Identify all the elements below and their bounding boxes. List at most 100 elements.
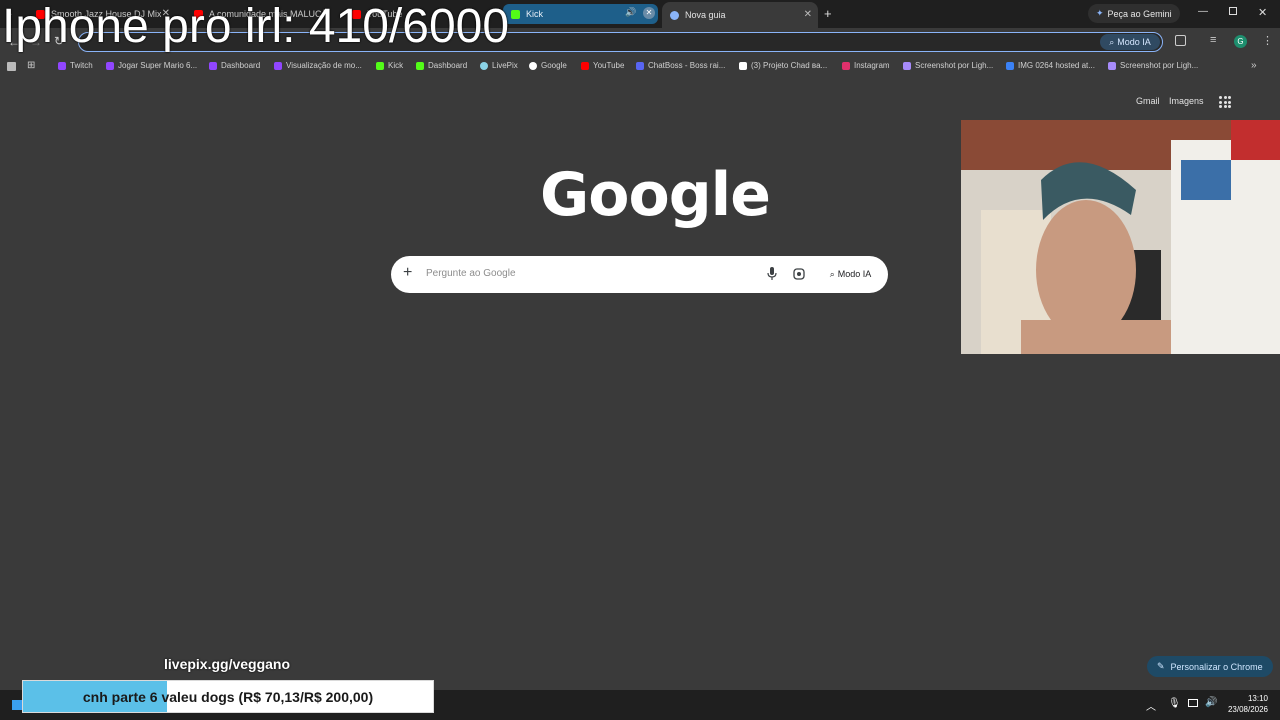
x-icon: [739, 61, 747, 70]
webcam-image: [961, 120, 1280, 354]
bookmark-label: Visualização de mo...: [286, 61, 362, 70]
bookmark-label: LivePix: [492, 61, 518, 70]
twitch-icon: [274, 61, 282, 70]
ai-search-icon: ⌕: [829, 268, 835, 279]
tray-chevron-icon[interactable]: ︿: [1146, 698, 1156, 713]
bookmark-google[interactable]: Google: [529, 61, 567, 70]
clock-time: 13:10: [1247, 694, 1268, 703]
tab-title: Kick: [526, 9, 544, 19]
bookmark-kick[interactable]: Kick: [376, 61, 403, 70]
google-icon: [529, 61, 537, 70]
tab-4[interactable]: Kick 🔊 ✕: [503, 4, 658, 24]
bookmark-dashboard-kick[interactable]: Dashboard: [416, 61, 467, 70]
modo-ia-button[interactable]: ⌕ Modo IA: [823, 265, 878, 283]
bookmark-livepix[interactable]: LivePix: [480, 61, 518, 70]
window-close-button[interactable]: ✕: [1258, 6, 1267, 19]
bookmark-mario[interactable]: Jogar Super Mario 6...: [106, 61, 197, 70]
bookmark-projeto-chad[interactable]: (3) Projeto Chad ва...: [739, 61, 827, 70]
minimize-button[interactable]: —: [1198, 6, 1208, 17]
donation-goal-bar: cnh parte 6 valeu dogs (R$ 70,13/R$ 200,…: [22, 680, 434, 713]
restore-button[interactable]: [1229, 7, 1237, 15]
lightshot-icon: [903, 61, 911, 70]
tab-groups-icon[interactable]: [7, 62, 16, 71]
kick-icon: [416, 61, 424, 70]
kick-icon: [376, 61, 384, 70]
bookmark-screenshot-1[interactable]: Screenshot por Ligh...: [903, 61, 993, 70]
bookmark-img-0264[interactable]: IMG 0264 hosted at...: [1006, 61, 1095, 70]
bookmark-label: Dashboard: [428, 61, 468, 70]
volume-icon[interactable]: 🔊: [1205, 697, 1217, 708]
media-control-icon[interactable]: ≡: [1210, 34, 1216, 46]
speaker-icon[interactable]: 🔊: [625, 7, 636, 18]
new-tab-button[interactable]: +: [824, 6, 832, 21]
network-icon[interactable]: [1188, 699, 1198, 707]
livepix-icon: [480, 61, 488, 70]
imagens-link[interactable]: Imagens: [1169, 96, 1204, 106]
bookmark-label: Google: [541, 61, 567, 70]
twitch-icon: [106, 61, 114, 70]
bookmark-label: Dashboard: [221, 61, 261, 70]
imghost-icon: [1006, 61, 1014, 70]
tab-5[interactable]: Nova guia ✕: [662, 2, 818, 28]
chatboss-icon: [636, 61, 644, 70]
customize-chrome-button[interactable]: ✎ Personalizar o Chrome: [1147, 656, 1273, 677]
modo-ia-label: Modo IA: [1117, 37, 1151, 47]
tab-title: Nova guia: [685, 10, 726, 20]
modo-ia-omnibox-button[interactable]: ⌕ Modo IA: [1100, 34, 1160, 50]
bookmark-twitch[interactable]: Twitch: [58, 61, 93, 70]
search-input[interactable]: Pergunte ao Google: [426, 268, 516, 279]
stream-goal-headline: Iphone pro irl: 410/6000: [2, 0, 510, 53]
bookmark-chatboss[interactable]: ChatBoss - Boss rai...: [636, 61, 725, 70]
kick-icon: [511, 9, 520, 19]
bookmarks-bar: ⊞ Twitch Jogar Super Mario 6... Dashboar…: [0, 57, 1280, 77]
ai-search-icon: ⌕: [1109, 36, 1115, 47]
lightshot-icon: [1108, 61, 1116, 70]
google-apps-icon[interactable]: [1219, 96, 1231, 108]
bookmark-label: Instagram: [854, 61, 890, 70]
bookmark-label: Screenshot por Ligh...: [1120, 61, 1199, 70]
bookmark-screenshot-2[interactable]: Screenshot por Ligh...: [1108, 61, 1198, 70]
bookmark-label: Twitch: [70, 61, 93, 70]
youtube-icon: [581, 61, 589, 70]
add-attachment-icon[interactable]: +: [403, 264, 412, 282]
microphone-icon[interactable]: [767, 267, 777, 281]
bookmark-label: IMG 0264 hosted at...: [1018, 61, 1095, 70]
clock-date: 23/08/2026: [1227, 705, 1268, 714]
avatar[interactable]: G: [1234, 35, 1247, 48]
webcam-feed: [961, 120, 1280, 354]
more-bookmarks-icon[interactable]: »: [1251, 60, 1257, 71]
bookmark-dashboard-twitch[interactable]: Dashboard: [209, 61, 260, 70]
bookmark-visualizacao[interactable]: Visualização de mo...: [274, 61, 362, 70]
gemini-label: Peça ao Gemini: [1107, 8, 1172, 19]
bookmark-instagram[interactable]: Instagram: [842, 61, 890, 70]
bookmark-label: Screenshot por Ligh...: [915, 61, 994, 70]
menu-icon[interactable]: ⋮: [1262, 34, 1273, 47]
pencil-icon: ✎: [1157, 661, 1165, 671]
google-lens-icon[interactable]: [793, 268, 805, 280]
gemini-button[interactable]: ✦ Peça ao Gemini: [1088, 4, 1180, 23]
google-logo: Google: [540, 160, 771, 230]
gmail-link[interactable]: Gmail: [1136, 96, 1160, 106]
livepix-url: livepix.gg/veggano: [164, 656, 291, 672]
apps-icon[interactable]: ⊞: [27, 60, 35, 71]
gemini-icon: ✦: [1096, 8, 1104, 18]
bookmark-label: YouTube: [593, 61, 625, 70]
twitch-icon: [209, 61, 217, 70]
windows-start-icon[interactable]: [12, 700, 22, 710]
bookmark-youtube[interactable]: YouTube: [581, 61, 624, 70]
instagram-icon: [842, 61, 850, 70]
donation-goal-text: cnh parte 6 valeu dogs (R$ 70,13/R$ 200,…: [82, 688, 374, 705]
taskbar-clock[interactable]: 13:10 23/08/2026: [1226, 693, 1268, 715]
bookmark-label: ChatBoss - Boss rai...: [648, 61, 726, 70]
chrome-icon: [670, 10, 679, 20]
bookmark-label: (3) Projeto Chad ва...: [751, 61, 828, 70]
twitch-icon: [58, 61, 66, 70]
bookmark-label: Jogar Super Mario 6...: [118, 61, 198, 70]
close-icon[interactable]: ✕: [643, 7, 655, 19]
extensions-icon[interactable]: [1175, 35, 1186, 46]
microphone-tray-icon[interactable]: 🎙: [1168, 698, 1181, 709]
close-icon[interactable]: ✕: [804, 9, 812, 20]
modo-ia-label: Modo IA: [837, 269, 872, 279]
customize-label: Personalizar o Chrome: [1170, 661, 1263, 672]
bookmark-label: Kick: [388, 61, 404, 70]
